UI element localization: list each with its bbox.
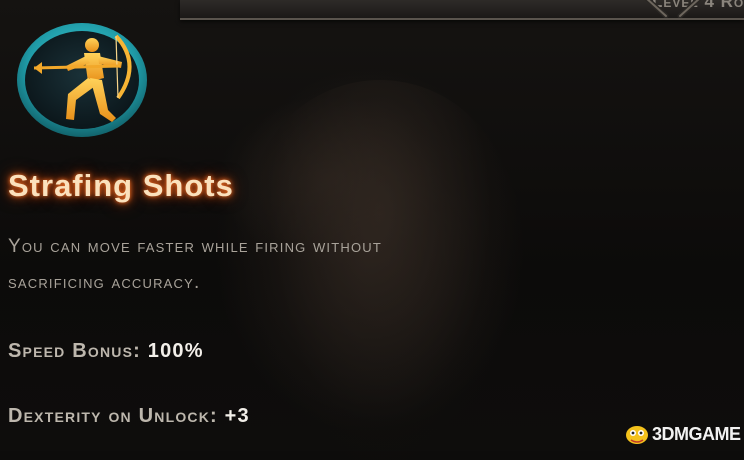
archer-running-icon xyxy=(17,23,147,137)
stat-speed-bonus: Speed Bonus: 100% xyxy=(8,340,204,363)
stat-label: Speed Bonus: xyxy=(8,340,141,362)
watermark-text: 3DMGAME xyxy=(652,424,741,444)
stat-value: 100% xyxy=(147,340,204,362)
stat-value: +3 xyxy=(224,405,250,427)
mascot-icon xyxy=(626,426,648,444)
watermark: 3DMGAME xyxy=(622,418,742,448)
stat-label: Dexterity on Unlock: xyxy=(8,405,218,427)
character-silhouette xyxy=(250,80,510,460)
crossed-daggers-icon xyxy=(644,0,702,18)
ability-description-line-2: sacrificing accuracy. xyxy=(8,272,201,293)
ability-title: Strafing Shots xyxy=(8,168,234,203)
ability-description-line-1: You can move faster while firing without xyxy=(8,236,383,257)
stat-dexterity-unlock: Dexterity on Unlock: +3 xyxy=(8,405,250,428)
